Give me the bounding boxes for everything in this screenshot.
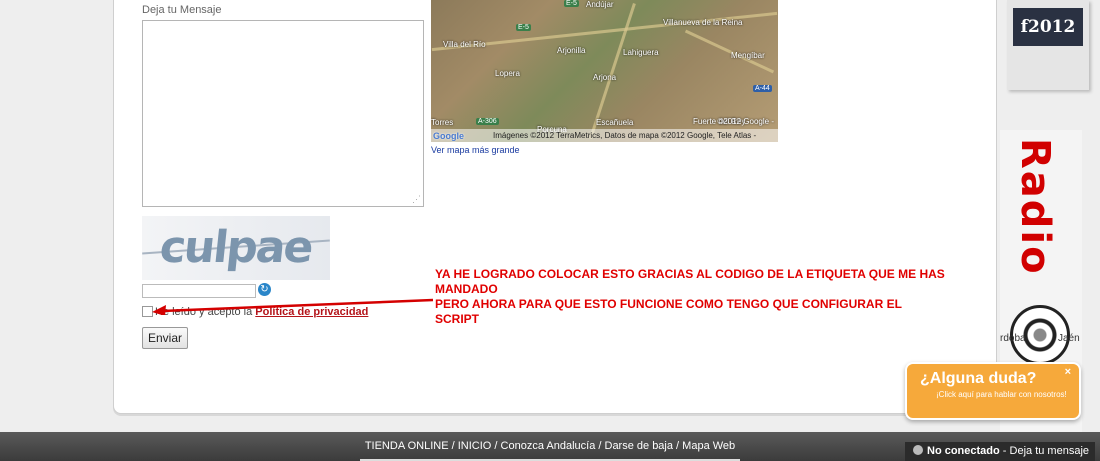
red-arrow-annotation bbox=[152, 298, 434, 315]
captcha-image: culpae bbox=[142, 216, 330, 280]
footer-link-tienda[interactable]: TIENDA ONLINE bbox=[365, 440, 449, 452]
f2012-banner[interactable]: f2012 bbox=[1007, 0, 1089, 90]
status-state: No conectado bbox=[927, 445, 1000, 457]
radio-city-left: rdoba bbox=[1000, 333, 1026, 344]
red-annotation-text: YA HE LOGRADO COLOCAR ESTO GRACIAS AL CO… bbox=[435, 267, 995, 327]
radio-city-right: Jaén bbox=[1058, 333, 1080, 344]
road-shield: E-5 bbox=[564, 0, 579, 7]
chat-title: ¿Alguna duda? bbox=[920, 370, 1037, 387]
larger-map-link[interactable]: Ver mapa más grande bbox=[431, 145, 520, 155]
footer-link-andalucia[interactable]: Conozca Andalucía bbox=[501, 440, 596, 452]
map-copyright-top: ©2012 Google - bbox=[717, 117, 774, 126]
map-town: Arjona bbox=[593, 73, 617, 82]
map-town: Lahiguera bbox=[623, 48, 659, 57]
map-town: Villanueva de la Reina bbox=[663, 18, 743, 27]
map-town: Escañuela bbox=[596, 118, 634, 127]
message-textarea[interactable]: ⋰ bbox=[142, 20, 424, 207]
radio-word: Radio bbox=[1012, 138, 1058, 276]
map-town: Villa del Río bbox=[443, 40, 486, 49]
chat-subtitle: ¡Click aquí para hablar con nosotros! bbox=[936, 390, 1067, 399]
road-shield: A-306 bbox=[476, 118, 499, 125]
embedded-map[interactable]: Andújar Villanueva de la Reina Villa del… bbox=[431, 0, 778, 142]
footer-link-mapa[interactable]: Mapa Web bbox=[682, 440, 735, 452]
map-town: Arjonilla bbox=[557, 46, 586, 55]
chat-bubble[interactable]: ¿Alguna duda? ¡Click aquí para hablar co… bbox=[905, 362, 1081, 420]
annotation-line: YA HE LOGRADO COLOCAR ESTO GRACIAS AL CO… bbox=[435, 267, 945, 296]
footer-separator: / bbox=[491, 440, 501, 452]
footer-link-inicio[interactable]: INICIO bbox=[458, 440, 492, 452]
footer-separator: / bbox=[448, 440, 458, 452]
chat-status-bar[interactable]: No conectado - Deja tu mensaje bbox=[905, 442, 1095, 461]
status-dot-icon bbox=[913, 445, 923, 455]
road-shield: E-5 bbox=[516, 24, 531, 31]
map-town: Andújar bbox=[586, 0, 614, 9]
footer-link-baja[interactable]: Darse de baja bbox=[605, 440, 674, 452]
map-town: Torres bbox=[431, 118, 454, 127]
chat-close-icon[interactable]: × bbox=[1065, 366, 1071, 378]
map-copyright: Imágenes ©2012 TerraMetrics, Datos de ma… bbox=[431, 129, 778, 142]
google-logo[interactable]: Google bbox=[433, 131, 464, 141]
footer-separator: / bbox=[673, 440, 683, 452]
status-action: Deja tu mensaje bbox=[1009, 445, 1090, 457]
map-town: Lopera bbox=[495, 69, 520, 78]
captcha-text: culpae bbox=[157, 222, 315, 273]
annotation-line: SCRIPT bbox=[435, 312, 480, 326]
f2012-logo: f2012 bbox=[1013, 8, 1083, 46]
message-label: Deja tu Mensaje bbox=[142, 4, 222, 16]
road-shield: A-44 bbox=[753, 85, 772, 92]
submit-button[interactable]: Enviar bbox=[142, 327, 189, 349]
resize-grip-icon[interactable]: ⋰ bbox=[412, 195, 421, 204]
status-separator: - bbox=[999, 445, 1010, 457]
annotation-line: PERO AHORA PARA QUE ESTO FUNCIONE COMO T… bbox=[435, 297, 902, 311]
footer-separator: / bbox=[595, 440, 605, 452]
map-town: Mengíbar bbox=[731, 51, 765, 60]
